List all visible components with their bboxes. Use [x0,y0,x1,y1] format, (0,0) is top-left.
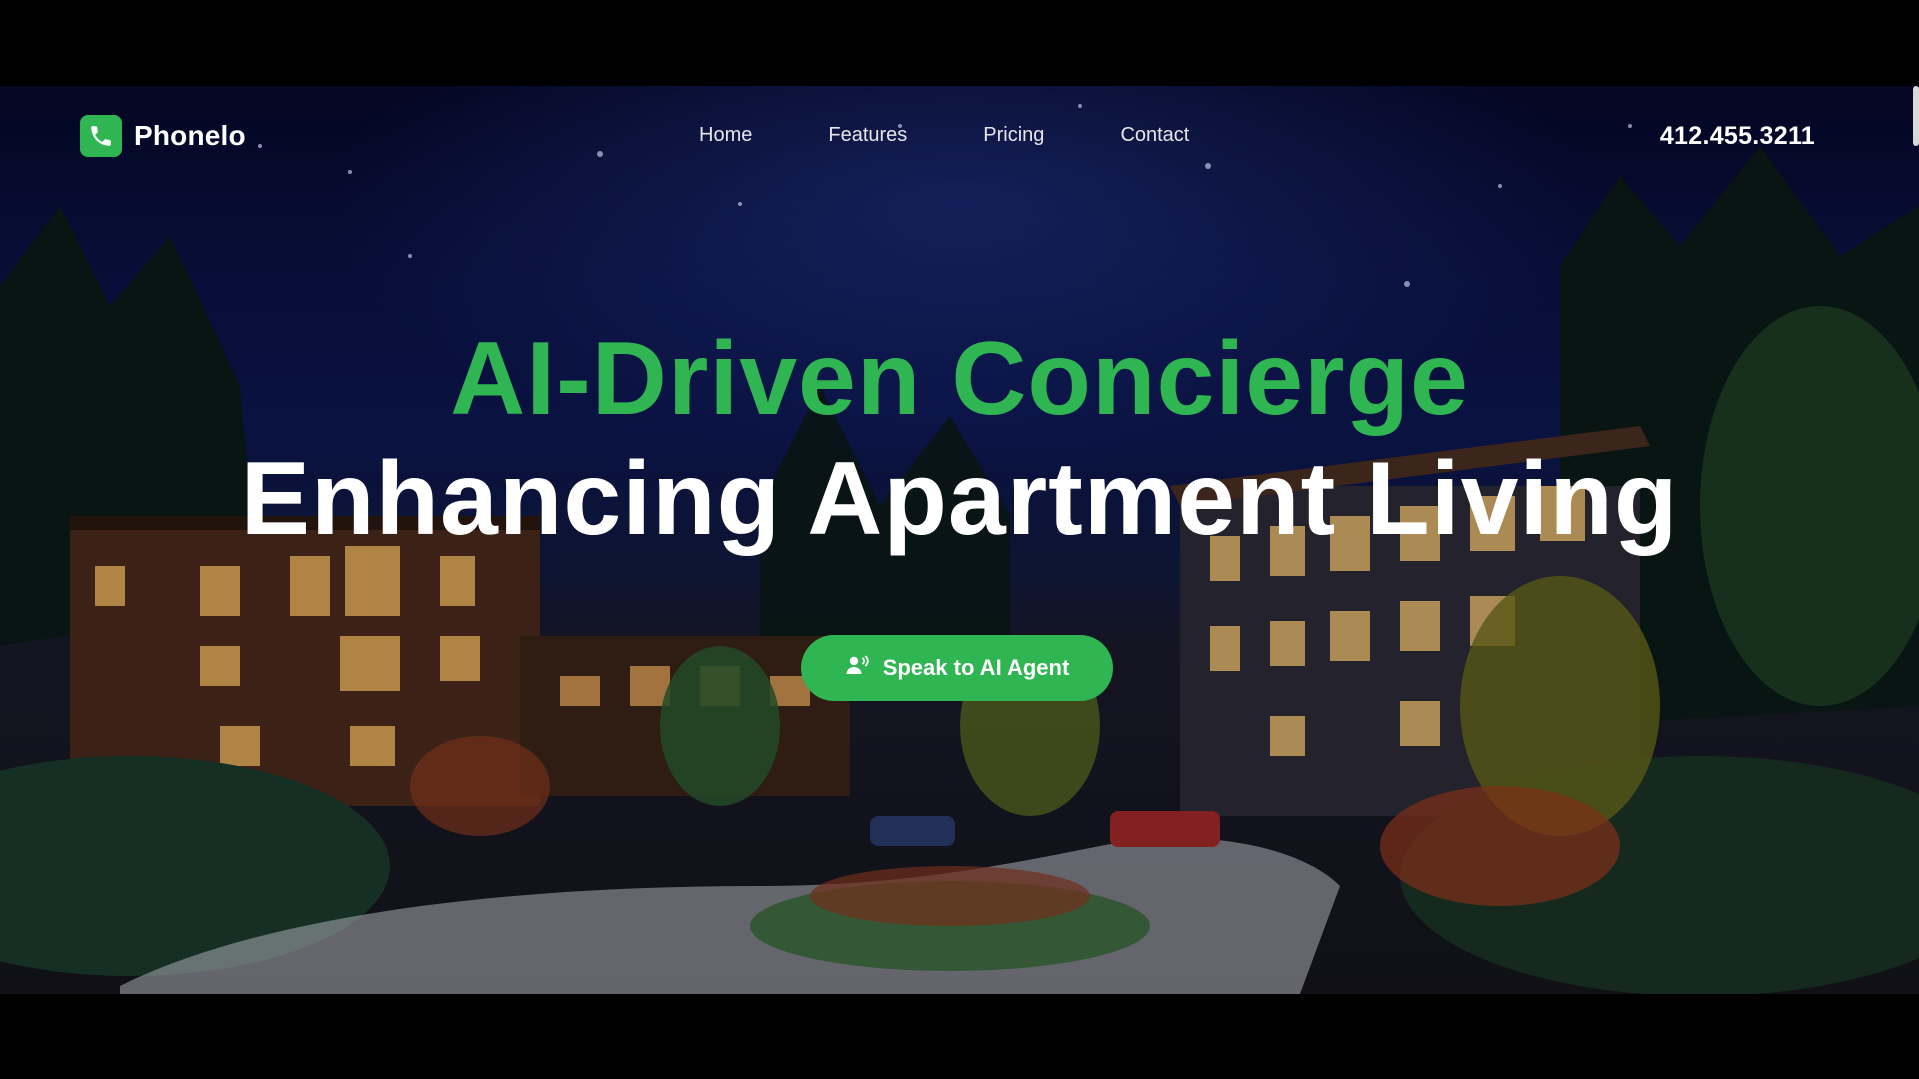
headline-primary: AI-Driven Concierge [450,321,1469,437]
brand-name: Phonelo [134,120,246,151]
headline-secondary: Enhancing Apartment Living [240,441,1679,557]
nav-item-pricing[interactable]: Pricing [983,124,1044,147]
phone-icon [80,115,122,157]
phone-number[interactable]: 412.455.3211 [1660,122,1815,151]
nav-item-contact[interactable]: Contact [1120,124,1189,147]
letterbox-top [0,0,1919,86]
speak-to-ai-agent-button[interactable]: Speak to AI Agent [801,635,1113,701]
cta-label: Speak to AI Agent [882,655,1070,680]
brand-logo[interactable]: Phonelo [80,115,246,157]
top-navbar: Phonelo Home Features Pricing Contact 41… [0,86,1919,186]
user-voice-icon [845,654,871,682]
nav-item-home[interactable]: Home [699,124,752,147]
nav-item-features[interactable]: Features [828,124,907,147]
main-menu: Home Features Pricing Contact [699,124,1189,147]
letterbox-bottom [0,994,1919,1079]
scrollbar-thumb[interactable] [1913,86,1919,146]
